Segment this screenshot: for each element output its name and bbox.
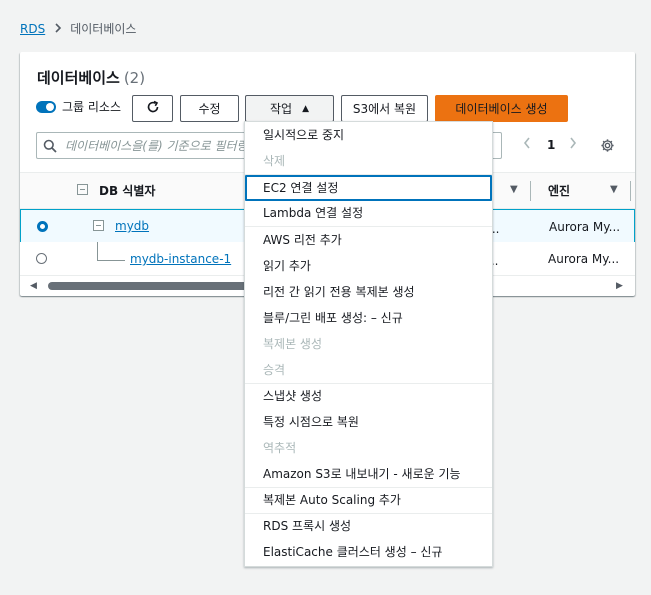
sort-down-icon[interactable]: ▼ [610, 184, 618, 195]
chevron-left-icon[interactable] [523, 136, 531, 154]
column-header-engine[interactable]: 엔진 [548, 182, 570, 199]
breadcrumb-current: 데이터베이스 [70, 22, 137, 36]
column-header-db-identifier[interactable]: DB 식별자 [99, 182, 155, 199]
actions-button-label: 작업 [269, 102, 293, 116]
chevron-right-icon [54, 22, 62, 36]
gear-icon[interactable] [600, 138, 615, 157]
group-resources-toggle[interactable] [36, 101, 56, 113]
engine-cell: Aurora My... [548, 252, 620, 266]
restore-from-s3-button[interactable]: S3에서 복원 [341, 95, 428, 122]
menu-item-add-reader[interactable]: 읽기 추가 [245, 253, 492, 279]
chevron-right-icon[interactable] [569, 136, 577, 154]
menu-item-lambda-connection[interactable]: Lambda 연결 설정 [245, 200, 492, 226]
menu-item-ec2-connection[interactable]: EC2 연결 설정 [245, 175, 492, 201]
menu-item-replica-auto-scaling[interactable]: 복제본 Auto Scaling 추가 [245, 487, 492, 513]
actions-button[interactable]: 작업 ▲ [245, 95, 334, 122]
actions-menu: 일시적으로 중지 삭제 EC2 연결 설정 Lambda 연결 설정 AWS 리… [244, 121, 493, 567]
db-identifier-link[interactable]: mydb-instance-1 [130, 252, 231, 266]
database-count: (2) [123, 69, 146, 87]
scroll-right-icon[interactable]: ▶ [616, 281, 623, 291]
row-select-radio[interactable] [36, 253, 47, 264]
menu-item-take-snapshot[interactable]: 스냅샷 생성 [245, 383, 492, 409]
menu-item-stop-temporarily[interactable]: 일시적으로 중지 [245, 122, 492, 148]
toggle-knob [46, 103, 54, 111]
collapse-all-icon[interactable] [77, 184, 88, 195]
collapse-icon[interactable] [93, 220, 104, 231]
menu-item-backtrack: 역추적 [263, 441, 297, 455]
refresh-icon [146, 100, 160, 117]
engine-cell: Aurora My... [549, 220, 621, 234]
menu-item-create-replica: 복제본 생성 [263, 337, 323, 351]
menu-item-create-elasticache[interactable]: ElastiCache 클러스터 생성 – 신규 [245, 539, 492, 565]
row-select-radio[interactable] [37, 221, 48, 232]
modify-button[interactable]: 수정 [180, 95, 239, 122]
menu-item-export-to-s3[interactable]: Amazon S3로 내보내기 - 새로운 기능 [245, 461, 492, 487]
menu-item-delete: 삭제 [263, 154, 286, 168]
breadcrumb-rds-link[interactable]: RDS [20, 22, 45, 36]
current-page[interactable]: 1 [547, 138, 555, 152]
group-resources-label: 그룹 리소스 [62, 100, 122, 114]
page-title: 데이터베이스 (2) [37, 67, 145, 88]
scrollbar-thumb[interactable] [48, 282, 248, 290]
search-icon [43, 138, 57, 157]
tree-connector [97, 242, 98, 260]
refresh-button[interactable] [132, 95, 173, 122]
menu-item-point-in-time-restore[interactable]: 특정 시점으로 복원 [245, 409, 492, 435]
sort-down-icon[interactable]: ▼ [510, 184, 518, 195]
menu-item-promote: 승격 [263, 363, 286, 377]
menu-item-create-rds-proxy[interactable]: RDS 프록시 생성 [245, 513, 492, 539]
db-identifier-link[interactable]: mydb [115, 219, 149, 233]
caret-up-icon: ▲ [302, 103, 309, 114]
tree-connector [97, 260, 125, 261]
menu-item-cross-region-replica[interactable]: 리전 간 읽기 전용 복제본 생성 [245, 279, 492, 305]
create-database-button[interactable]: 데이터베이스 생성 [435, 95, 568, 122]
scroll-left-icon[interactable]: ◀ [30, 281, 37, 291]
breadcrumb: RDS 데이터베이스 [20, 20, 136, 37]
menu-item-add-aws-region[interactable]: AWS 리전 추가 [245, 227, 492, 253]
column-divider[interactable] [630, 181, 631, 201]
column-divider[interactable] [530, 181, 531, 201]
menu-item-blue-green-deployment[interactable]: 블루/그린 배포 생성: – 신규 [245, 305, 492, 331]
panel-title-text: 데이터베이스 [37, 69, 120, 87]
pagination: 1 [520, 136, 580, 156]
